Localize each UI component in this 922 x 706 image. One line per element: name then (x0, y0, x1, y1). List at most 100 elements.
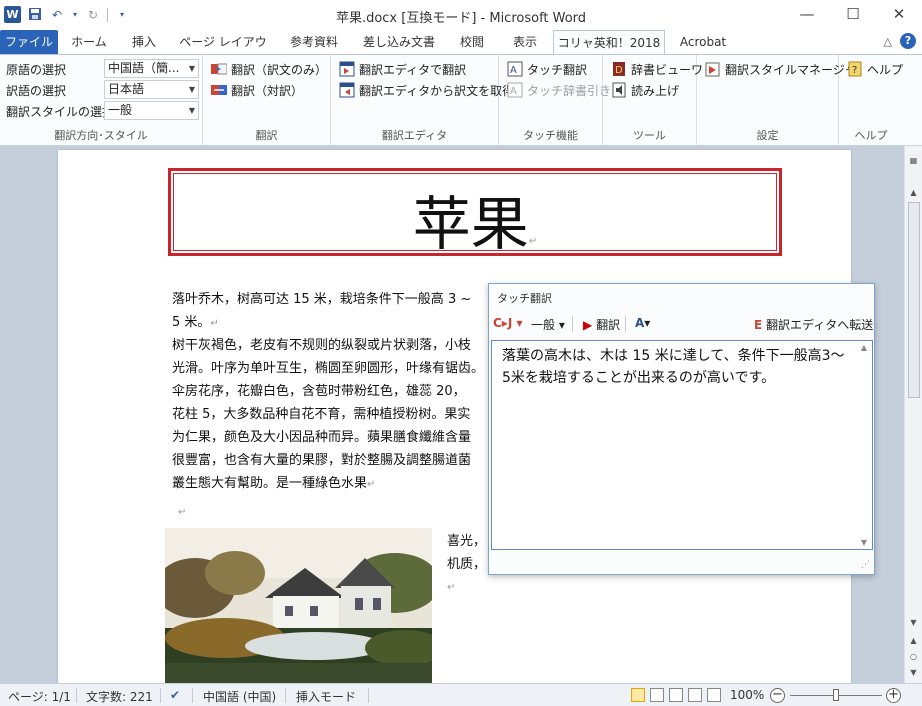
body-line[interactable]: 光滑。叶序为单叶互生，椭圆至卵圆形，叶缘有锯齿。 (172, 357, 484, 380)
collapse-ribbon-icon[interactable]: △ (884, 35, 892, 48)
chevron-down-icon: ▼ (188, 106, 195, 115)
scroll-down-icon[interactable]: ▼ (905, 616, 922, 630)
touch-dictionary-button[interactable]: A タッチ辞書引き (507, 80, 611, 100)
read-aloud-button[interactable]: 読み上げ (611, 80, 679, 100)
tab-home[interactable]: ホーム (64, 30, 114, 54)
group-label: タッチ機能 (523, 129, 578, 142)
target-language-select[interactable]: 日本語 ▼ (104, 80, 199, 99)
zoom-slider-thumb[interactable] (833, 689, 839, 701)
touch-style-dropdown[interactable]: 一般 ▾ (531, 316, 565, 333)
prev-page-icon[interactable]: ▲ (905, 634, 922, 648)
style-select[interactable]: 一般 ▼ (104, 101, 199, 120)
zoom-in-icon[interactable]: + (886, 688, 901, 703)
insert-mode-indicator[interactable]: 挿入モード (296, 688, 356, 705)
body-line[interactable]: 落叶乔木，树高可达 15 米，栽培条件下一般高 3 ~ (172, 288, 471, 311)
minimize-button[interactable]: — (784, 0, 830, 28)
zoom-out-icon[interactable]: − (770, 688, 785, 703)
proofing-icon[interactable]: ✔ (170, 688, 180, 702)
status-separator (285, 688, 286, 703)
help-button[interactable]: ? ヘルプ (847, 59, 903, 79)
body-line[interactable]: 树干灰褐色，老皮有不规则的纵裂或片状剥落，小枝 (172, 334, 471, 357)
side-line[interactable]: 机质， (447, 553, 486, 576)
tab-references[interactable]: 参考資料 (280, 30, 348, 54)
language-indicator[interactable]: 中国語 (中国) (203, 688, 276, 705)
touch-translate-run-button[interactable]: ▶ 翻訳 (583, 316, 620, 333)
scroll-thumb[interactable] (908, 202, 920, 398)
close-button[interactable]: ✕ (876, 0, 922, 28)
tab-file[interactable]: ファイル (0, 30, 58, 54)
touch-output-scrollbar[interactable]: ▲ ▼ (856, 341, 872, 549)
body-line[interactable]: 伞房花序，花瓣白色，含苞时带粉红色，雄蕊 20， (172, 380, 466, 403)
help-icon[interactable]: ? (900, 33, 916, 49)
house-photo[interactable] (165, 528, 432, 683)
print-layout-view-icon[interactable] (631, 688, 645, 702)
maximize-button[interactable]: ☐ (830, 0, 876, 28)
side-line[interactable]: 喜光， (447, 530, 486, 553)
scroll-up-icon[interactable]: ▲ (856, 343, 872, 352)
touch-translate-panel[interactable]: タッチ翻訳 C▸J ▾ 一般 ▾ ▶ 翻訳 A▾ E 翻訳エディタへ転送 落葉の… (488, 283, 875, 575)
style-manager-button[interactable]: 翻訳スタイルマネージャ (705, 59, 856, 79)
translate-only-button[interactable]: 翻訳（訳文のみ） (211, 59, 327, 79)
tab-acrobat[interactable]: Acrobat (672, 30, 734, 54)
next-page-icon[interactable]: ▼ (905, 666, 922, 680)
resize-grip-icon[interactable]: ⋰ (861, 560, 870, 570)
tab-korya-eiwa[interactable]: コリャ英和！2018 (553, 30, 665, 55)
paragraph-mark-icon: ↵ (528, 236, 538, 247)
svg-text:?: ? (852, 65, 857, 76)
paragraph-mark-icon: ↵ (210, 318, 219, 329)
side-text[interactable]: 喜光， 机质， ↵ (447, 530, 486, 599)
paragraph-mark-icon: ↵ (367, 479, 376, 490)
group-touch: A タッチ翻訳 A タッチ辞書引き タッチ機能 (499, 55, 611, 146)
title-bar: W ↶ ▾ ↻ ▾ 苹果.docx [互換モード] - Microsoft Wo… (0, 0, 922, 30)
source-language-select[interactable]: 中国語（簡... ▼ (104, 59, 199, 78)
translate-pair-icon (211, 82, 227, 98)
tab-page-layout[interactable]: ページ レイアウト (174, 30, 272, 73)
web-layout-icon[interactable] (669, 688, 683, 702)
body-line[interactable]: 很豐富，也含有大量的果膠，對於整腸及調整腸道菌 (172, 449, 471, 472)
group-translation-editor: 翻訳エディタで翻訳 翻訳エディタから訳文を取得 翻訳エディタ (331, 55, 514, 146)
touch-toolbar: C▸J ▾ 一般 ▾ ▶ 翻訳 A▾ E 翻訳エディタへ転送 (489, 312, 874, 336)
language-direction-button[interactable]: C▸J ▾ (493, 316, 523, 330)
touch-translate-button[interactable]: A タッチ翻訳 (507, 59, 587, 79)
body-line[interactable]: 花柱 5，大多数品种自花不育，需种植授粉树。果实 (172, 403, 470, 426)
font-size-icon: A (635, 316, 645, 330)
touch-translation-output[interactable]: 落葉の高木は、木は 15 米に達して、条件下一般高3～5米を栽培することが出来る… (491, 340, 873, 550)
ruler-toggle-icon[interactable]: ▦ (905, 154, 922, 168)
translate-in-editor-button[interactable]: 翻訳エディタで翻訳 (339, 59, 466, 79)
dictionary-viewer-button[interactable]: D 辞書ビューワ (611, 59, 703, 79)
tab-review[interactable]: 校閲 (450, 30, 494, 54)
translate-pair-button[interactable]: 翻訳（対訳） (211, 80, 303, 100)
ribbon: 原語の選択 中国語（簡... ▼ 訳語の選択 日本語 ▼ 翻訳スタイルの選択 一般 ▼… (0, 54, 922, 146)
send-to-editor-button[interactable]: E 翻訳エディタへ転送 (754, 316, 873, 333)
outline-view-icon[interactable] (688, 688, 702, 702)
tab-mailings[interactable]: 差し込み文書 (356, 30, 442, 54)
status-separator (192, 688, 193, 703)
word-count[interactable]: 文字数: 221 (86, 688, 153, 705)
title-frame: 苹果↵ (168, 168, 782, 258)
document-title[interactable]: 苹果↵ (171, 177, 779, 261)
body-line[interactable]: 5 米。↵ (172, 311, 219, 335)
body-line[interactable]: 为仁果，颜色及大小因品种而异。蘋果膳食纖維含量 (172, 426, 471, 449)
chevron-down-icon: ▼ (188, 64, 195, 73)
translation-result-text[interactable]: 落葉の高木は、木は 15 米に達して、条件下一般高3～5米を栽培することが出来る… (502, 345, 847, 389)
scroll-down-icon[interactable]: ▼ (856, 538, 872, 547)
page-count[interactable]: ページ: 1/1 (8, 688, 71, 705)
group-label: 翻訳 (255, 129, 278, 142)
browse-object-icon[interactable]: ○ (905, 650, 922, 664)
draft-view-icon[interactable] (707, 688, 721, 702)
vertical-scrollbar[interactable]: ▦ ▲ ▼ ▲ ○ ▼ (904, 146, 922, 683)
get-from-editor-button[interactable]: 翻訳エディタから訳文を取得 (339, 80, 514, 100)
tab-insert[interactable]: 挿入 (122, 30, 166, 54)
group-label: 翻訳エディタ (381, 129, 448, 142)
scroll-up-icon[interactable]: ▲ (905, 186, 922, 200)
svg-text:A: A (510, 86, 517, 97)
empty-paragraph[interactable]: ↵ (178, 500, 186, 524)
style-label: 翻訳スタイルの選択 (6, 104, 115, 119)
style-manager-icon (705, 61, 721, 77)
tab-view[interactable]: 表示 (502, 30, 548, 54)
zoom-level[interactable]: 100% (730, 688, 764, 702)
body-line[interactable]: 叢生態大有幫助。是一種綠色水果↵ (172, 472, 375, 496)
full-screen-reading-icon[interactable] (650, 688, 664, 702)
status-separator (368, 688, 369, 703)
font-size-dropdown[interactable]: A▾ (635, 316, 650, 330)
